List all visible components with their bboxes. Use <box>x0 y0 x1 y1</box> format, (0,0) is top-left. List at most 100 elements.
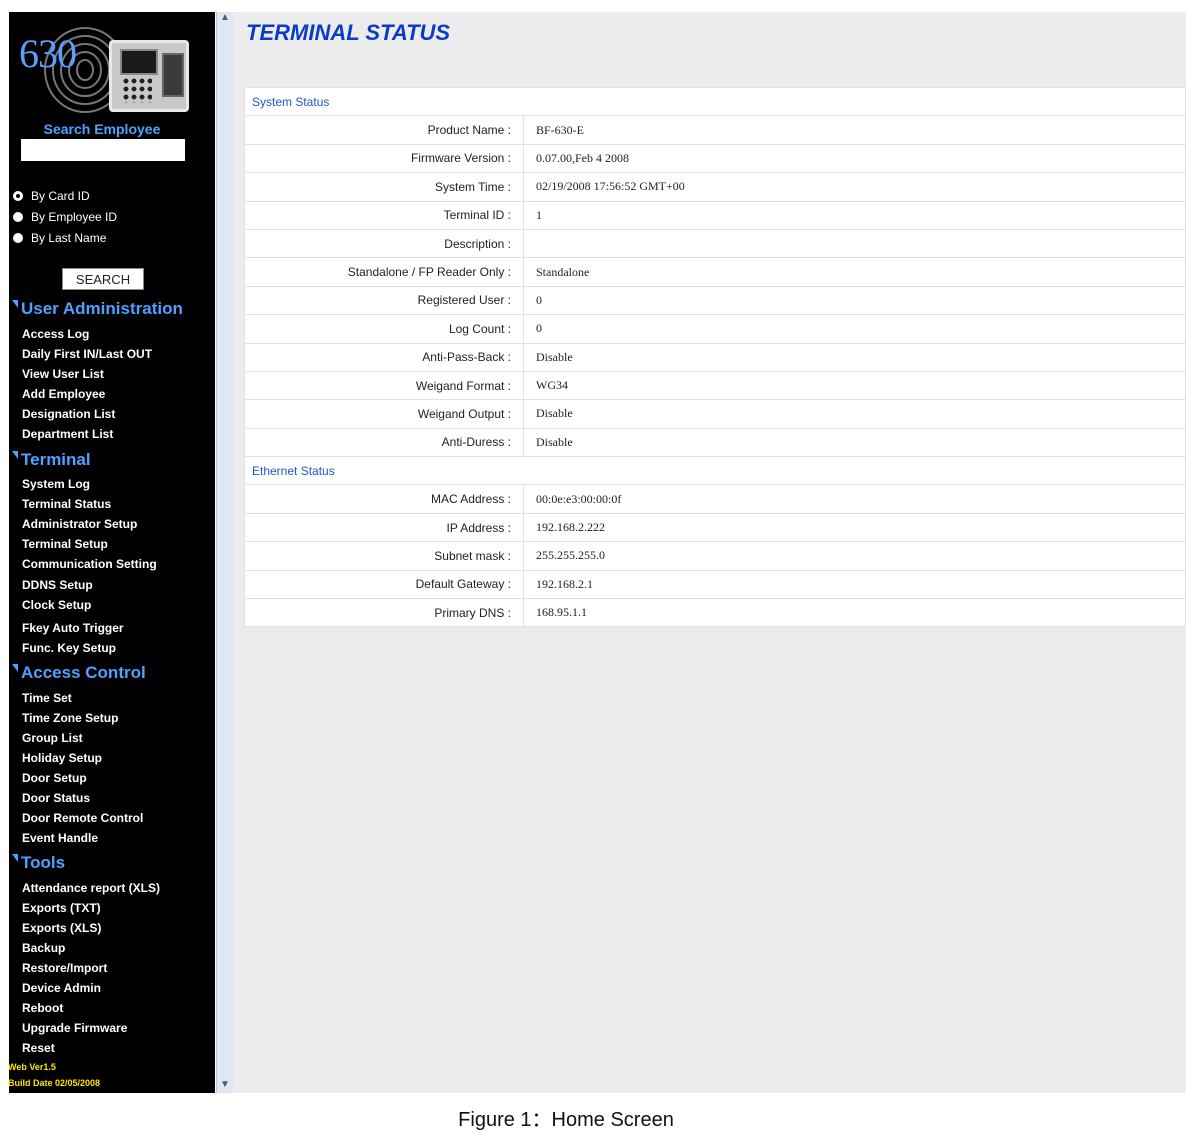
nav-attendance-report-xls[interactable]: Attendance report (XLS) <box>22 881 160 895</box>
nav-group-list[interactable]: Group List <box>22 731 83 745</box>
status-row: Weigand Format : WG34 <box>244 370 1186 401</box>
nav-terminal-setup[interactable]: Terminal Setup <box>22 537 108 551</box>
logo-number: 630 <box>19 31 77 76</box>
section-terminal[interactable]: Terminal <box>12 450 91 470</box>
section-heading: System Status <box>244 86 1186 117</box>
nav-administrator-setup[interactable]: Administrator Setup <box>22 517 137 531</box>
status-row: Description : <box>244 228 1186 259</box>
nav-exports-txt[interactable]: Exports (TXT) <box>22 901 101 915</box>
nav-reboot[interactable]: Reboot <box>22 1001 63 1015</box>
nav-access-log[interactable]: Access Log <box>22 327 89 341</box>
section-title: Terminal <box>21 450 91 469</box>
status-row: Primary DNS :168.95.1.1 <box>244 598 1186 628</box>
ethernet-status-heading-row: Ethernet Status <box>244 456 1186 486</box>
nav-door-remote-control[interactable]: Door Remote Control <box>22 811 143 825</box>
nav-view-user-list[interactable]: View User List <box>22 367 104 381</box>
section-triangle-icon <box>12 451 18 459</box>
status-label: Subnet mask : <box>244 541 524 571</box>
status-value <box>523 228 1186 259</box>
nav-device-admin[interactable]: Device Admin <box>22 981 101 995</box>
nav-backup[interactable]: Backup <box>22 941 65 955</box>
nav-add-employee[interactable]: Add Employee <box>22 387 105 401</box>
section-title: Tools <box>21 853 66 872</box>
status-label: Weigand Format : <box>244 370 524 401</box>
status-label: Weigand Output : <box>244 399 524 429</box>
section-title: User Administration <box>21 299 183 318</box>
status-row: Anti-Pass-Back : Disable <box>244 342 1186 372</box>
radio-by-last-name[interactable]: By Last Name <box>13 230 106 246</box>
status-label: Anti-Duress : <box>244 427 524 458</box>
status-row: Terminal ID :1 <box>244 200 1186 230</box>
radio-button-icon[interactable] <box>13 233 23 243</box>
build-date: Build Date 02/05/2008 <box>8 1078 101 1088</box>
nav-func-key-setup[interactable]: Func. Key Setup <box>22 641 116 655</box>
section-user-administration[interactable]: User Administration <box>12 299 183 319</box>
nav-holiday-setup[interactable]: Holiday Setup <box>22 751 102 765</box>
nav-daily-first-in-last-out[interactable]: Daily First IN/Last OUT <box>22 347 152 361</box>
section-tools[interactable]: Tools <box>12 853 65 873</box>
status-value: 0 <box>523 285 1186 316</box>
section-access-control[interactable]: Access Control <box>12 663 146 683</box>
status-label: Terminal ID : <box>244 200 524 230</box>
nav-time-zone-setup[interactable]: Time Zone Setup <box>22 711 118 725</box>
nav-door-setup[interactable]: Door Setup <box>22 771 87 785</box>
browser-frame: 630 Search Employee By Card ID By Employ… <box>8 12 1186 1093</box>
radio-button-icon[interactable] <box>13 191 23 201</box>
status-value: 168.95.1.1 <box>523 598 1186 628</box>
nav-terminal-status[interactable]: Terminal Status <box>22 497 111 511</box>
caption-text: Figure 1：Home Screen <box>458 1109 674 1131</box>
scroll-down-arrow-icon[interactable]: ▼ <box>219 1079 231 1091</box>
search-button[interactable]: SEARCH <box>62 268 144 290</box>
status-row: System Time :02/19/2008 17:56:52 GMT+00 <box>244 172 1186 202</box>
status-label: Anti-Pass-Back : <box>244 342 524 372</box>
radio-by-card-id[interactable]: By Card ID <box>13 188 90 204</box>
status-value: Disable <box>523 399 1186 429</box>
web-version: Web Ver1.5 <box>8 1062 56 1072</box>
radio-by-employee-id[interactable]: By Employee ID <box>13 209 117 225</box>
status-label: IP Address : <box>244 512 524 543</box>
search-input[interactable] <box>21 139 185 161</box>
terminal-device-icon <box>109 40 189 112</box>
status-label: Registered User : <box>244 285 524 316</box>
search-employee-title: Search Employee <box>43 121 161 137</box>
nav-event-handle[interactable]: Event Handle <box>22 831 98 845</box>
nav-upgrade-firmware[interactable]: Upgrade Firmware <box>22 1021 127 1035</box>
nav-restore-import[interactable]: Restore/Import <box>22 961 107 975</box>
radio-label: By Last Name <box>31 231 107 245</box>
nav-communication-setting[interactable]: Communication Setting <box>22 557 157 571</box>
status-label: Description : <box>244 228 524 259</box>
figure-caption: Figure 1：Home Screen <box>0 1103 1186 1132</box>
nav-door-status[interactable]: Door Status <box>22 791 90 805</box>
status-label: Firmware Version : <box>244 143 524 174</box>
nav-fkey-auto-trigger[interactable]: Fkey Auto Trigger <box>22 621 124 635</box>
nav-ddns-setup[interactable]: DDNS Setup <box>22 578 93 592</box>
nav-reset[interactable]: Reset <box>22 1041 55 1055</box>
status-label: Log Count : <box>244 314 524 344</box>
status-label: Standalone / FP Reader Only : <box>244 257 524 287</box>
radio-button-icon[interactable] <box>13 212 23 222</box>
status-value: 192.168.2.222 <box>523 512 1186 543</box>
status-value: Standalone <box>523 257 1186 287</box>
section-triangle-icon <box>12 300 18 308</box>
status-value: 00:0e:e3:00:00:0f <box>523 484 1186 514</box>
section-heading: Ethernet Status <box>244 456 1186 486</box>
status-row: Default Gateway :192.168.2.1 <box>244 569 1186 600</box>
nav-department-list[interactable]: Department List <box>22 427 113 441</box>
status-row: Registered User :0 <box>244 285 1186 316</box>
status-row: Standalone / FP Reader Only : Standalone <box>244 257 1186 287</box>
nav-system-log[interactable]: System Log <box>22 477 90 491</box>
nav-time-set[interactable]: Time Set <box>22 691 72 705</box>
status-row: Firmware Version :0.07.00,Feb 4 2008 <box>244 143 1186 174</box>
radio-label: By Card ID <box>31 189 90 203</box>
scroll-up-arrow-icon[interactable]: ▲ <box>219 12 231 24</box>
main-content: TERMINAL STATUS System Status Product Nam… <box>233 12 1186 1093</box>
status-label: System Time : <box>244 172 524 202</box>
nav-designation-list[interactable]: Designation List <box>22 407 115 421</box>
status-row: Log Count :0 <box>244 314 1186 344</box>
frame-scrollbar[interactable]: ▲ ▼ <box>216 12 233 1093</box>
nav-clock-setup[interactable]: Clock Setup <box>22 598 91 612</box>
status-label: MAC Address : <box>244 484 524 514</box>
status-value: 0 <box>523 314 1186 344</box>
status-value: Disable <box>523 342 1186 372</box>
nav-exports-xls[interactable]: Exports (XLS) <box>22 921 101 935</box>
